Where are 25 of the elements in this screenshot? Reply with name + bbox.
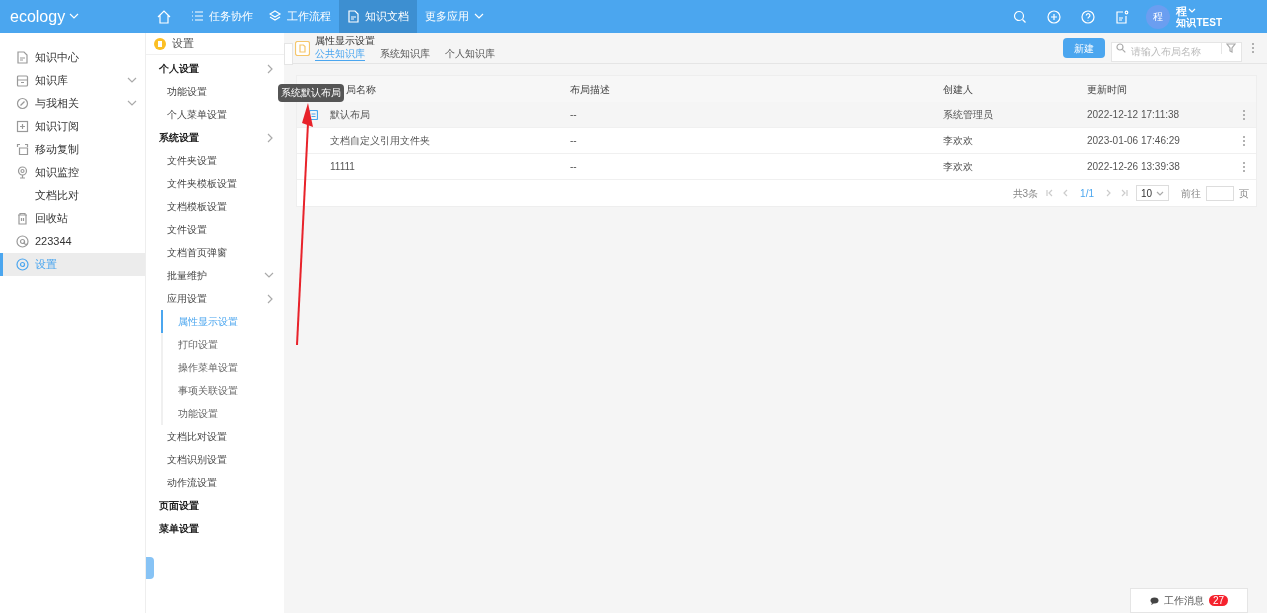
page-suffix: 页 bbox=[1239, 186, 1249, 201]
table-cell-text: -- bbox=[570, 134, 578, 148]
column-header: 布局描述 bbox=[570, 82, 610, 97]
menu-title: 设置 bbox=[172, 36, 194, 52]
tooltip: 系统默认布局 bbox=[278, 84, 344, 102]
goto-label: 前往 bbox=[1181, 186, 1201, 201]
table-cell-text: 2022-12-12 17:11:38 bbox=[1087, 108, 1181, 122]
table-cell-text: 默认布局 bbox=[330, 108, 371, 122]
table-cell-text: -- bbox=[570, 108, 578, 122]
table-cell-text: 李欢欢 bbox=[943, 134, 974, 148]
message-count-badge: 27 bbox=[1208, 595, 1229, 606]
column-header: 更新时间 bbox=[1087, 82, 1127, 97]
total-count: 共3条 bbox=[1012, 186, 1039, 201]
table-cell-text: 系统管理员 bbox=[943, 108, 994, 122]
table-cell-text: 李欢欢 bbox=[943, 160, 974, 174]
table-cell-text: 11111 bbox=[330, 160, 356, 174]
page-indicator: 1/1 bbox=[1080, 186, 1094, 201]
column-header: 局名称 bbox=[346, 82, 376, 97]
column-header: 创建人 bbox=[943, 82, 973, 97]
page-title: 属性显示设置 bbox=[315, 35, 376, 47]
table-cell-text: 文档自定义引用文件夹 bbox=[330, 134, 431, 148]
user-department: 知识TEST bbox=[1176, 16, 1222, 29]
table-cell-text: 2023-01-06 17:46:29 bbox=[1087, 134, 1181, 148]
table-cell-text: 2022-12-26 13:39:38 bbox=[1087, 160, 1181, 174]
table-cell-text: -- bbox=[570, 160, 578, 174]
